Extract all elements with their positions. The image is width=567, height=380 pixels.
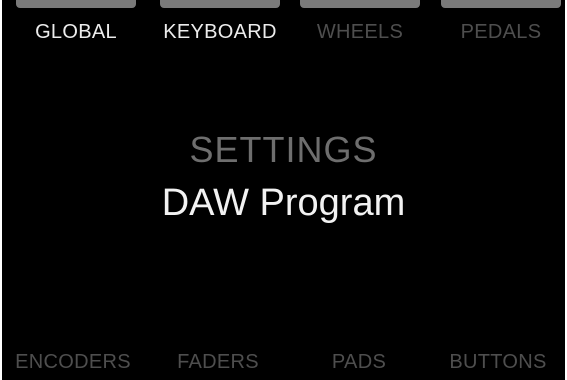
tab-global[interactable]: GLOBAL (8, 0, 144, 48)
tab-marker (16, 0, 136, 8)
top-tab-bar: GLOBAL KEYBOARD WHEELS PEDALS (2, 0, 565, 48)
tab-wheels-label: WHEELS (316, 21, 404, 43)
tab-marker (160, 0, 280, 8)
tab-keyboard-label: KEYBOARD (163, 21, 277, 43)
tab-pedals-label: PEDALS (460, 21, 542, 43)
tab-pads[interactable]: PADS (291, 350, 427, 374)
tab-encoders[interactable]: ENCODERS (5, 350, 141, 374)
page-heading: SETTINGS (189, 129, 378, 170)
tab-global-label: GLOBAL (35, 21, 117, 43)
tab-faders[interactable]: FADERS (150, 350, 286, 374)
device-display: GLOBAL KEYBOARD WHEELS PEDALS SETTINGS D… (2, 0, 565, 380)
tab-buttons[interactable]: BUTTONS (430, 350, 565, 374)
tab-wheels[interactable]: WHEELS (292, 0, 428, 48)
selected-value: DAW Program (161, 182, 406, 224)
tab-marker (441, 0, 561, 8)
tab-marker (300, 0, 420, 8)
bottom-tab-bar: ENCODERS FADERS PADS BUTTONS (2, 344, 565, 380)
tab-pedals[interactable]: PEDALS (433, 0, 565, 48)
tab-keyboard[interactable]: KEYBOARD (152, 0, 288, 48)
